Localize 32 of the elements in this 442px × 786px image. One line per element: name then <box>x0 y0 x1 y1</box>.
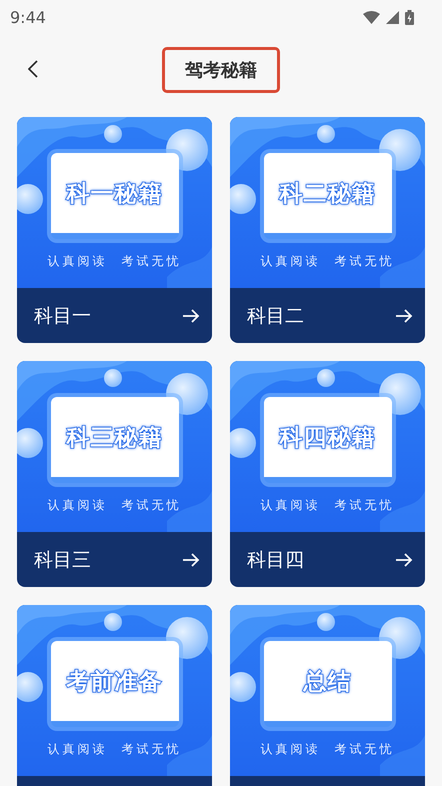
card-tagline: 认真阅读 考试无忧 <box>260 253 394 270</box>
card-title: 考前准备 <box>66 667 162 696</box>
card-label: 科目三 <box>34 548 91 572</box>
wifi-icon <box>363 10 380 24</box>
card-label: 科目一 <box>34 304 91 328</box>
course-card[interactable]: 科三秘籍 认真阅读 考试无忧 科目三 <box>17 361 212 587</box>
arrow-right-icon <box>395 552 413 566</box>
back-icon <box>28 60 38 78</box>
page-title: 驾考秘籍 <box>162 47 280 93</box>
card-tagline: 认真阅读 考试无忧 <box>48 253 182 270</box>
card-label: 科目四 <box>247 548 304 572</box>
course-card[interactable]: 科二秘籍 认真阅读 考试无忧 科目二 <box>230 117 425 343</box>
arrow-right-icon <box>182 552 200 566</box>
course-card[interactable]: 总结 认真阅读 考试无忧 <box>230 605 425 786</box>
card-label: 科目二 <box>247 304 304 328</box>
card-title: 科二秘籍 <box>280 180 376 208</box>
card-title: 科一秘籍 <box>66 180 162 208</box>
status-time: 9:44 <box>10 8 46 26</box>
signal-icon <box>386 10 399 24</box>
card-title: 科三秘籍 <box>66 424 162 452</box>
course-card[interactable]: 科一秘籍 认真阅读 考试无忧 科目一 <box>17 117 212 343</box>
course-card[interactable]: 考前准备 认真阅读 考试无忧 <box>17 605 212 786</box>
card-tagline: 认真阅读 考试无忧 <box>260 741 394 758</box>
arrow-right-icon <box>182 308 200 322</box>
card-tagline: 认真阅读 考试无忧 <box>48 741 182 758</box>
card-title: 科四秘籍 <box>280 424 376 452</box>
battery-icon <box>405 10 414 24</box>
card-title: 总结 <box>304 667 352 696</box>
course-card[interactable]: 科四秘籍 认真阅读 考试无忧 科目四 <box>230 361 425 587</box>
card-tagline: 认真阅读 考试无忧 <box>260 497 394 514</box>
arrow-right-icon <box>395 308 413 322</box>
card-tagline: 认真阅读 考试无忧 <box>48 497 182 514</box>
